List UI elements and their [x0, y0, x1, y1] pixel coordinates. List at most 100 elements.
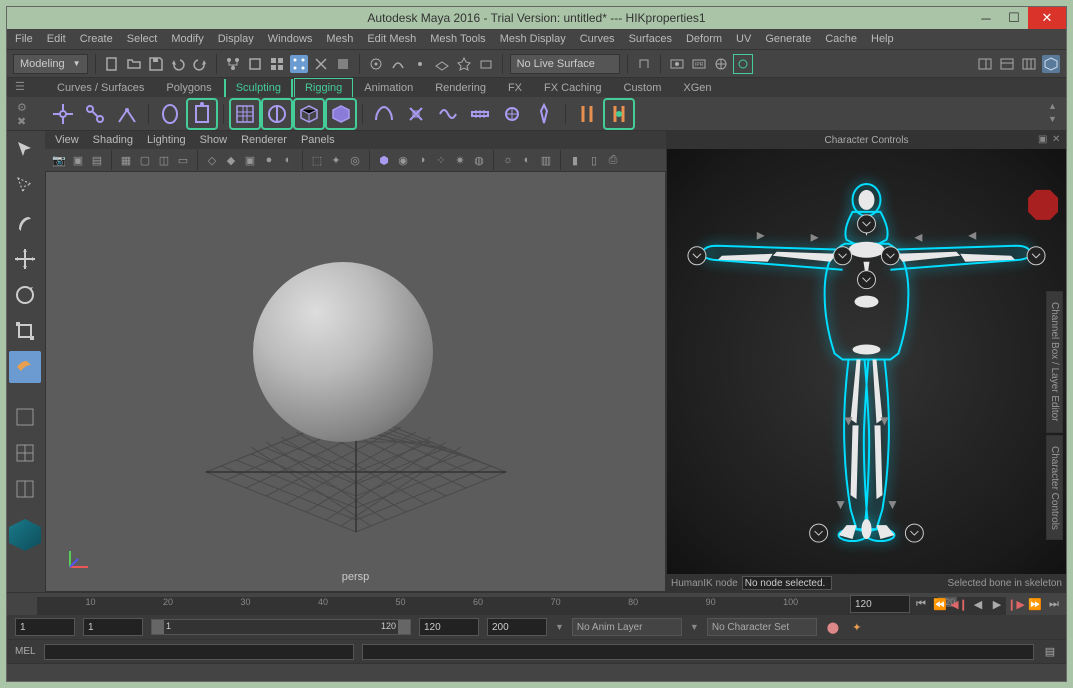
ik-handle-icon[interactable]	[113, 100, 141, 128]
scale-tool-icon[interactable]	[9, 315, 41, 347]
cluster-icon[interactable]	[327, 100, 355, 128]
cmd-language-label[interactable]: MEL	[15, 646, 36, 657]
current-frame-field[interactable]	[850, 595, 910, 613]
snap-plane-icon[interactable]	[433, 55, 451, 73]
menu-cache[interactable]: Cache	[825, 33, 857, 45]
motion-blur-icon[interactable]: ⁘	[433, 152, 449, 168]
channel-box-toggle-icon[interactable]	[1020, 55, 1038, 73]
pole-vector-icon[interactable]	[530, 100, 558, 128]
menu-file[interactable]: File	[15, 33, 33, 45]
menu-help[interactable]: Help	[871, 33, 894, 45]
select-edge-icon[interactable]	[312, 55, 330, 73]
viewport[interactable]: persp	[45, 171, 666, 592]
snap-point-icon[interactable]	[411, 55, 429, 73]
shelf-scroll-down-icon[interactable]: ▼	[1048, 114, 1060, 126]
point-constraint-icon[interactable]	[605, 100, 633, 128]
r-foot-bone[interactable]	[876, 525, 894, 539]
grid-toggle-icon[interactable]: ▦	[118, 152, 134, 168]
tool-settings-toggle-icon[interactable]	[998, 55, 1016, 73]
shelf-mel-icon[interactable]: ⚙	[17, 101, 29, 113]
multisampling-icon[interactable]: ✷	[452, 152, 468, 168]
film-gate-icon[interactable]: ▢	[137, 152, 153, 168]
gate-mask-icon[interactable]: ▭	[175, 152, 191, 168]
go-start-icon[interactable]: ⏮	[913, 596, 929, 612]
anim-end-field[interactable]	[487, 618, 547, 636]
menu-surfaces[interactable]: Surfaces	[629, 33, 672, 45]
l-knee-hint-icon[interactable]	[845, 417, 853, 425]
hips-bone[interactable]	[853, 345, 881, 355]
wire-deformer-icon[interactable]	[434, 100, 462, 128]
menu-mesh[interactable]: Mesh	[326, 33, 353, 45]
time-slider[interactable]: 10 20 30 40 50 60 70 80 90 100 110 120 ⏮…	[7, 593, 1066, 615]
r-knee-hint-icon[interactable]	[880, 417, 888, 425]
menuset-dropdown[interactable]: Modeling ▼	[13, 54, 88, 74]
snap-live-icon[interactable]	[455, 55, 473, 73]
select-point-icon[interactable]	[290, 55, 308, 73]
ssao-icon[interactable]: ◑	[414, 152, 430, 168]
dof-icon[interactable]: ◍	[471, 152, 487, 168]
r-shin-bone[interactable]	[874, 425, 882, 499]
live-surface-display[interactable]: No Live Surface	[510, 54, 620, 74]
step-forward-icon[interactable]: ❙▶	[1008, 596, 1024, 612]
redo-icon[interactable]	[191, 55, 209, 73]
l-hand-menu-icon[interactable]	[688, 247, 706, 265]
play-back-icon[interactable]: ◀	[970, 596, 986, 612]
new-scene-icon[interactable]	[103, 55, 121, 73]
shelf-tab-curves[interactable]: Curves / Surfaces	[47, 79, 154, 97]
blend-shape-icon[interactable]	[370, 100, 398, 128]
char-set-arrow-icon[interactable]: ▼	[690, 622, 699, 632]
panel-menu-view[interactable]: View	[55, 134, 79, 146]
render-view-icon[interactable]	[734, 55, 752, 73]
shelf-tab-rendering[interactable]: Rendering	[425, 79, 496, 97]
menu-curves[interactable]: Curves	[580, 33, 615, 45]
menu-deform[interactable]: Deform	[686, 33, 722, 45]
resolution-gate-icon[interactable]: ◫	[156, 152, 172, 168]
shelf-tab-rigging[interactable]: Rigging	[295, 79, 352, 97]
anim-layer-arrow-icon[interactable]: ▼	[555, 622, 564, 632]
shelf-scroll-up-icon[interactable]: ▲	[1048, 101, 1060, 113]
shadows-icon[interactable]: ◐	[280, 152, 296, 168]
panel-menu-show[interactable]: Show	[200, 134, 228, 146]
character-viewer[interactable]	[667, 149, 1066, 574]
play-start-field[interactable]	[83, 618, 143, 636]
l-elbow-hint-icon[interactable]	[811, 234, 819, 242]
attribute-editor-toggle-icon[interactable]	[976, 55, 994, 73]
image-plane-icon[interactable]: ▤	[89, 152, 105, 168]
exposure-icon[interactable]: ☼	[500, 152, 516, 168]
shelf-tab-animation[interactable]: Animation	[354, 79, 423, 97]
select-face-icon[interactable]	[334, 55, 352, 73]
shelf-trash-icon[interactable]: ✖	[17, 115, 29, 127]
play-forward-icon[interactable]: ▶	[989, 596, 1005, 612]
l-upper-arm-bone[interactable]	[773, 252, 837, 262]
four-pane-icon[interactable]	[9, 437, 41, 469]
ipr-render-icon[interactable]: IPR	[690, 55, 708, 73]
lasso-tool-icon[interactable]	[9, 171, 41, 203]
modeling-toolkit-icon[interactable]	[1042, 55, 1060, 73]
chest-menu-icon[interactable]	[858, 271, 876, 289]
step-back-icon[interactable]: ◀❙	[951, 596, 967, 612]
side-tab-channelbox[interactable]: Channel Box / Layer Editor	[1046, 291, 1063, 433]
range-slider[interactable]: 1 120	[151, 619, 411, 635]
l-shoulder-menu-icon[interactable]	[834, 247, 852, 265]
gpu-override-icon[interactable]: ⎙	[605, 152, 621, 168]
hik-node-field[interactable]	[742, 576, 832, 590]
go-end-icon[interactable]: ⏭	[1046, 596, 1062, 612]
r-shoulder-menu-icon[interactable]	[881, 247, 899, 265]
panel-close-icon[interactable]: ✕	[1052, 134, 1064, 146]
save-scene-icon[interactable]	[147, 55, 165, 73]
high-quality-icon[interactable]: ◉	[395, 152, 411, 168]
panel-dock-icon[interactable]: ▣	[1038, 134, 1050, 146]
insert-joint-icon[interactable]	[81, 100, 109, 128]
clavicle-bone[interactable]	[849, 242, 885, 258]
menu-edit[interactable]: Edit	[47, 33, 66, 45]
stop-button-icon[interactable]	[1028, 190, 1058, 220]
use-textures-icon[interactable]: ▣	[242, 152, 258, 168]
close-button[interactable]: ✕	[1028, 7, 1066, 29]
shelf-tab-custom[interactable]: Custom	[614, 79, 672, 97]
side-tab-charcontrols[interactable]: Character Controls	[1046, 435, 1063, 541]
l-ankle-hint-icon[interactable]	[837, 501, 845, 509]
viewport-renderer-icon[interactable]: ⬢	[376, 152, 392, 168]
camera-select-icon[interactable]: 📷	[51, 152, 67, 168]
paint-select-tool-icon[interactable]	[9, 207, 41, 239]
panel-menu-shading[interactable]: Shading	[93, 134, 133, 146]
